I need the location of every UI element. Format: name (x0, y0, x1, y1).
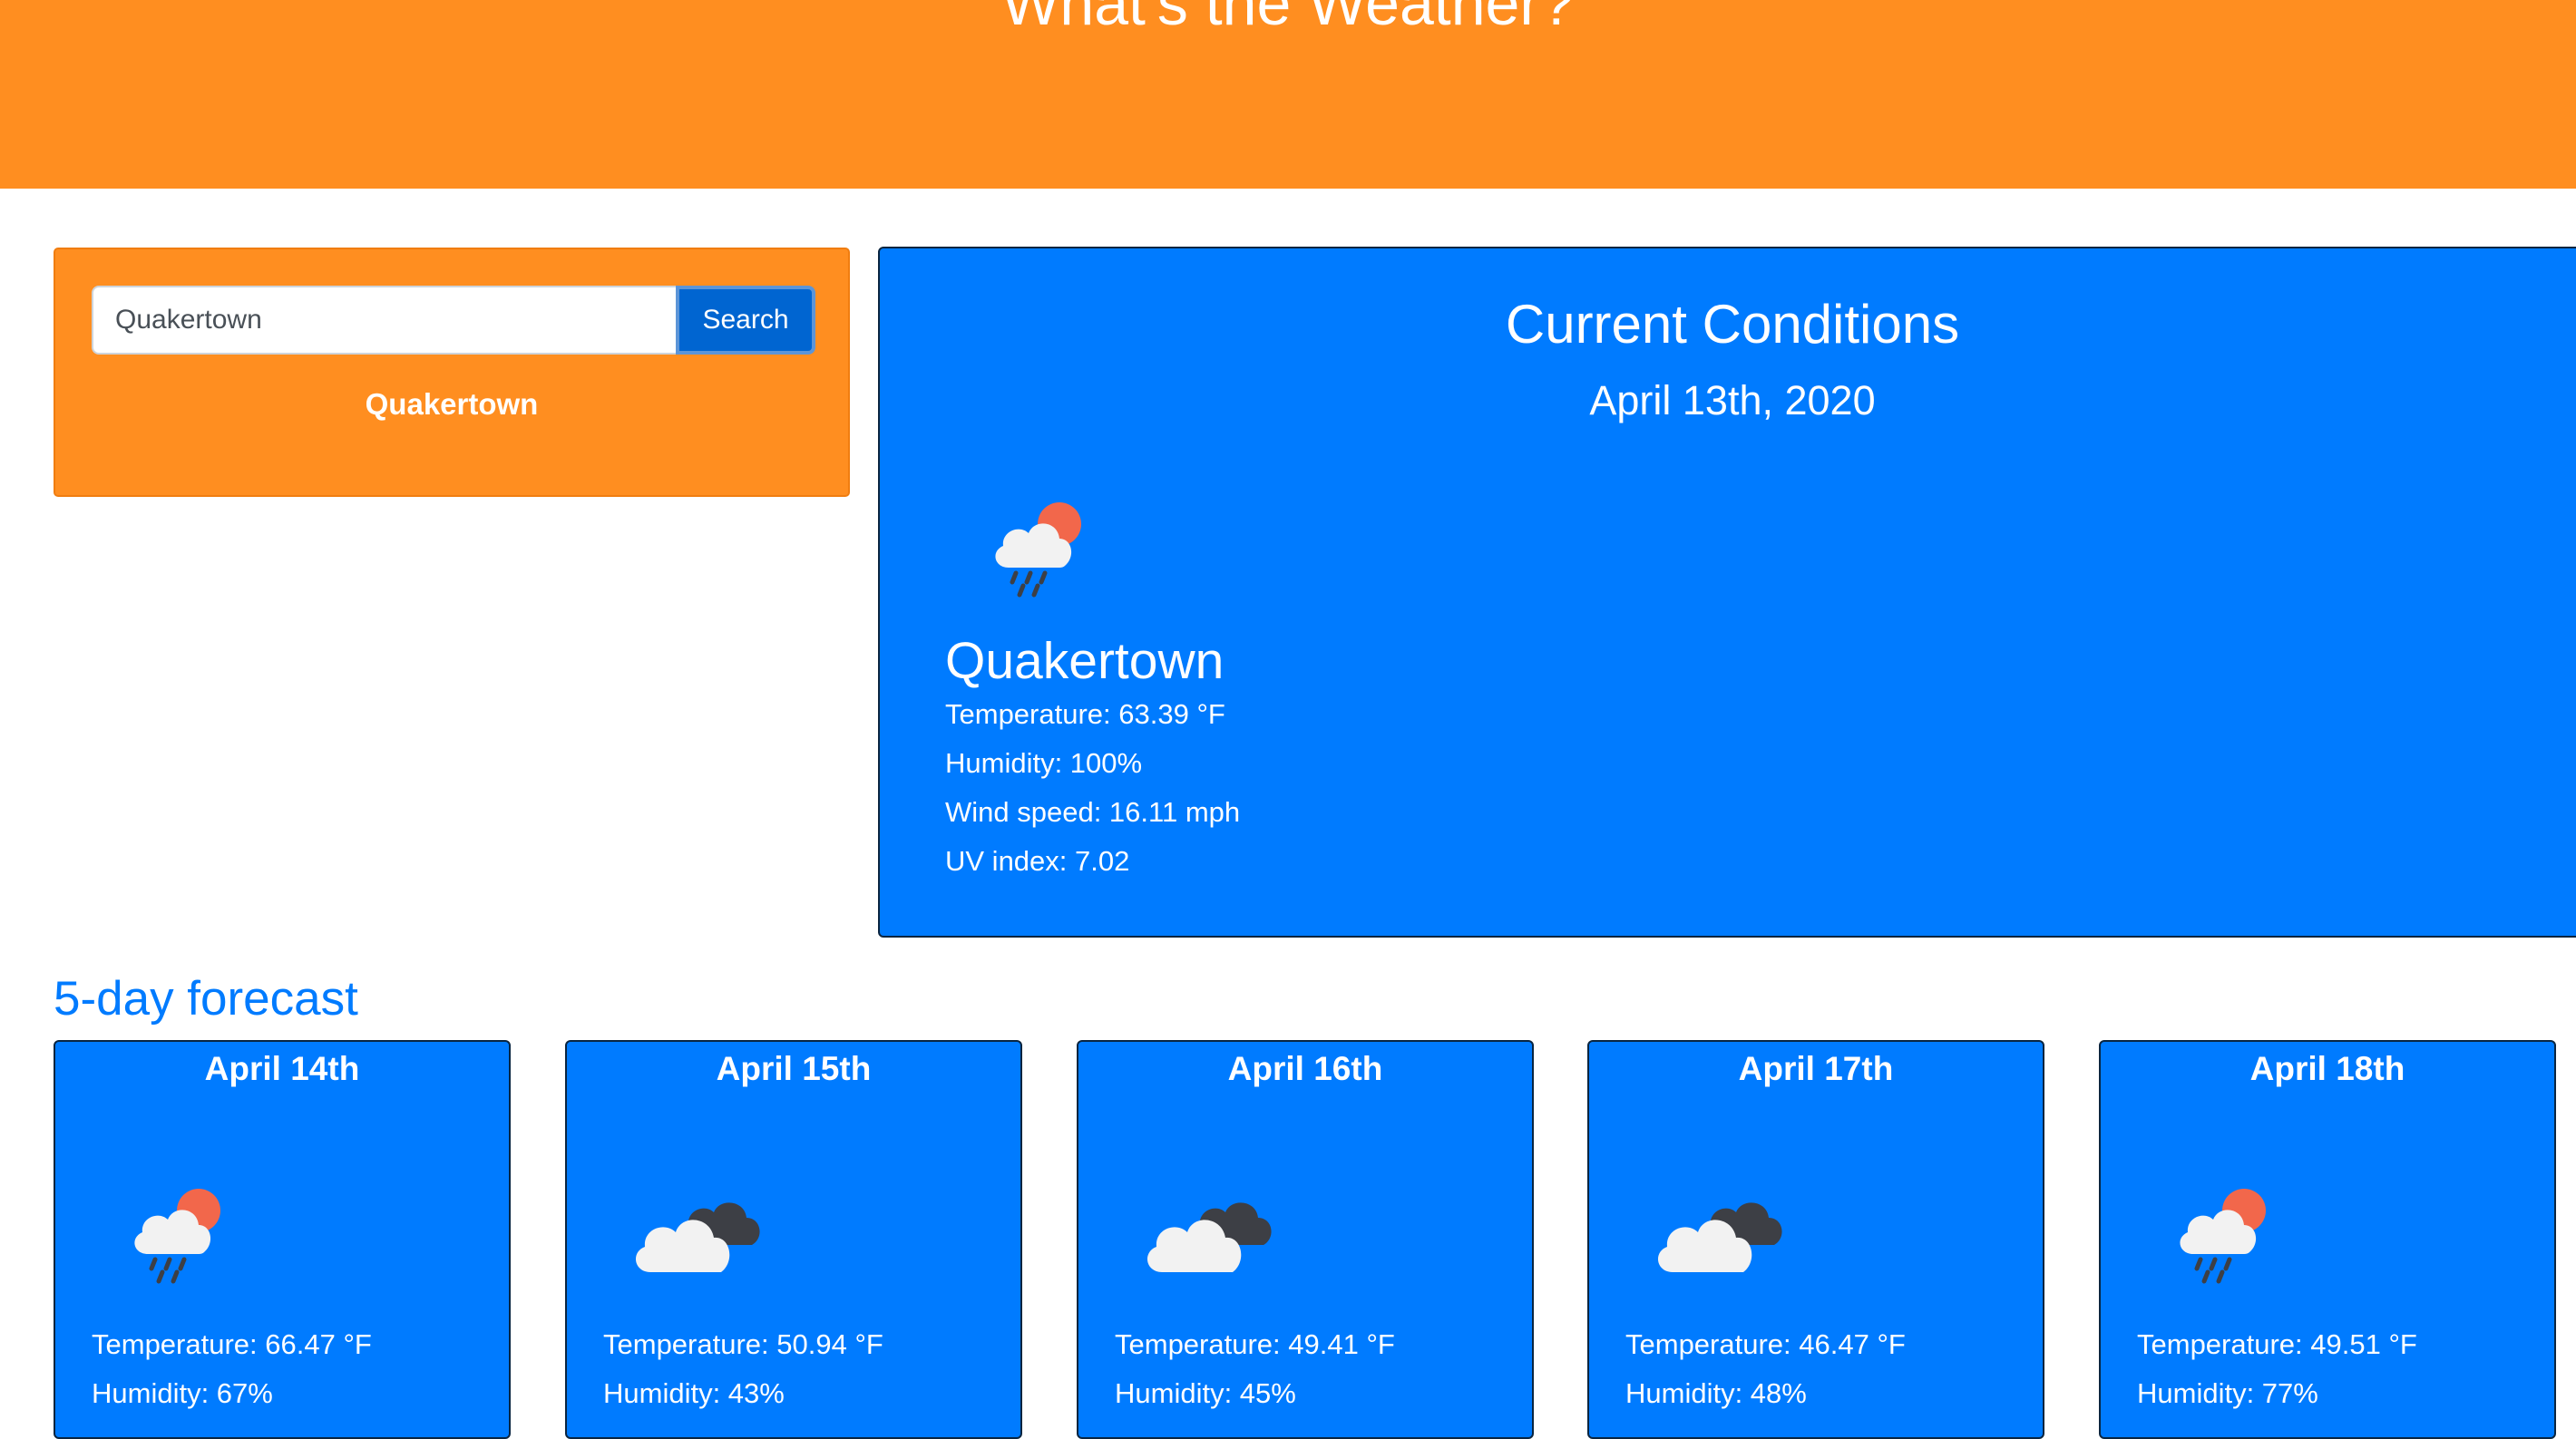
current-conditions-title: Current Conditions (1505, 294, 1960, 355)
forecast-humidity: Humidity: 67% (92, 1377, 273, 1409)
cloud-rain-sun-icon (121, 1171, 257, 1288)
forecast-temperature: Temperature: 50.94 °F (603, 1328, 883, 1360)
forecast-temperature: Temperature: 46.47 °F (1625, 1328, 1906, 1360)
forecast-date: April 16th (1227, 1050, 1383, 1087)
broken-clouds-icon (635, 1202, 760, 1272)
forecast-card: April 16th Temperature: 49.41 °F Humidit… (1077, 1040, 1534, 1439)
forecast-date: April 15th (716, 1050, 872, 1087)
current-humidity: Humidity: 100% (945, 747, 1143, 779)
current-wind-speed: Wind speed: 16.11 mph (945, 796, 1241, 828)
forecast-card: April 14th Temperature: 66.47 °F Humidit… (54, 1040, 511, 1439)
search-panel: Search Quakertown (54, 248, 850, 497)
broken-clouds-icon (1657, 1202, 1782, 1272)
forecast-card: April 18th Temperature: 49.51 °F Humidit… (2099, 1040, 2556, 1439)
forecast-humidity: Humidity: 45% (1115, 1377, 1296, 1409)
forecast-temperature: Temperature: 49.41 °F (1115, 1328, 1395, 1360)
forecast-date: April 18th (2249, 1050, 2405, 1087)
forecast-humidity: Humidity: 43% (603, 1377, 785, 1409)
city-search-input[interactable] (92, 286, 676, 355)
search-row: Search (92, 286, 815, 355)
cloud-rain-sun-icon (2166, 1171, 2302, 1288)
broken-clouds-icon (1147, 1202, 1272, 1272)
forecast-humidity: Humidity: 48% (1625, 1377, 1807, 1409)
search-button[interactable]: Search (676, 286, 815, 355)
forecast-card: April 15th Temperature: 50.94 °F Humidit… (565, 1040, 1022, 1439)
forecast-humidity: Humidity: 77% (2137, 1377, 2318, 1409)
forecast-date: April 14th (204, 1050, 360, 1087)
current-conditions-card: Current Conditions April 13th, 2020 Quak… (878, 247, 2576, 938)
forecast-temperature: Temperature: 66.47 °F (92, 1328, 372, 1360)
search-history-item[interactable]: Quakertown (55, 387, 848, 422)
page-title: What's the Weather? (1001, 0, 1575, 38)
forecast-heading: 5-day forecast (54, 972, 358, 1026)
current-uv-index: UV index: 7.02 (945, 845, 1130, 877)
forecast-date: April 17th (1738, 1050, 1894, 1087)
forecast-card: April 17th Temperature: 46.47 °F Humidit… (1587, 1040, 2044, 1439)
cloud-rain-sun-icon (981, 484, 1099, 602)
current-city-name: Quakertown (945, 632, 1225, 690)
current-temperature: Temperature: 63.39 °F (945, 698, 1225, 730)
header-banner: What's the Weather? (0, 0, 2576, 189)
forecast-temperature: Temperature: 49.51 °F (2137, 1328, 2417, 1360)
current-date: April 13th, 2020 (1589, 377, 1876, 423)
